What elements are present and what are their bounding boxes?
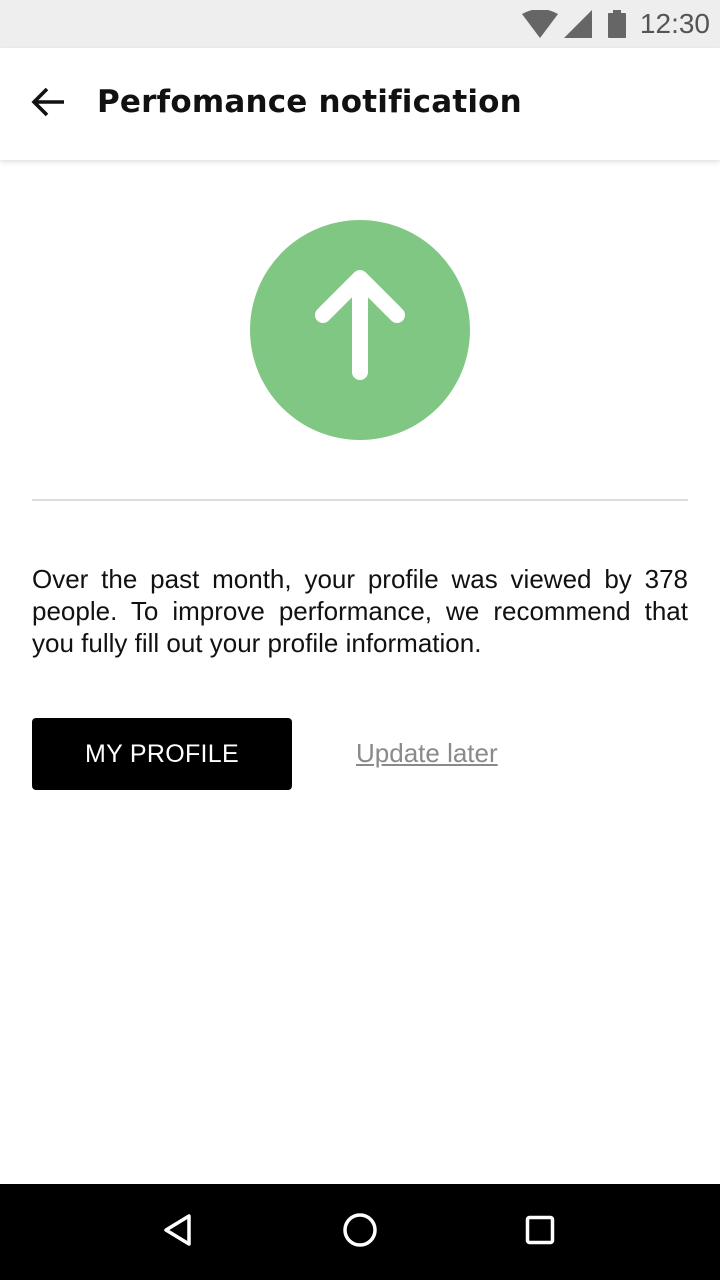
- performance-message: Over the past month, your profile was vi…: [32, 564, 688, 658]
- arrow-back-icon: [30, 84, 66, 125]
- update-later-link[interactable]: Update later: [356, 738, 498, 769]
- performance-up-badge: [250, 220, 470, 440]
- battery-icon: [607, 10, 626, 38]
- status-icons: 12:30: [521, 0, 720, 48]
- home-circle-icon: [342, 1212, 378, 1253]
- back-triangle-icon: [161, 1213, 195, 1252]
- page-title: Perfomance notification: [97, 84, 522, 120]
- back-button[interactable]: [24, 80, 72, 128]
- nav-recents-button[interactable]: [516, 1208, 564, 1256]
- recents-square-icon: [525, 1215, 555, 1250]
- status-bar: 12:30: [0, 0, 720, 48]
- nav-back-button[interactable]: [154, 1208, 202, 1256]
- signal-icon: [563, 10, 592, 38]
- clock: 12:30: [639, 8, 710, 39]
- app-bar: Perfomance notification: [0, 48, 720, 160]
- my-profile-button[interactable]: MY PROFILE: [32, 718, 292, 790]
- nav-home-button[interactable]: [336, 1208, 384, 1256]
- divider: [32, 499, 688, 501]
- wifi-icon: [521, 10, 558, 38]
- system-nav-bar: [0, 1184, 720, 1280]
- arrow-up-icon: [310, 268, 410, 393]
